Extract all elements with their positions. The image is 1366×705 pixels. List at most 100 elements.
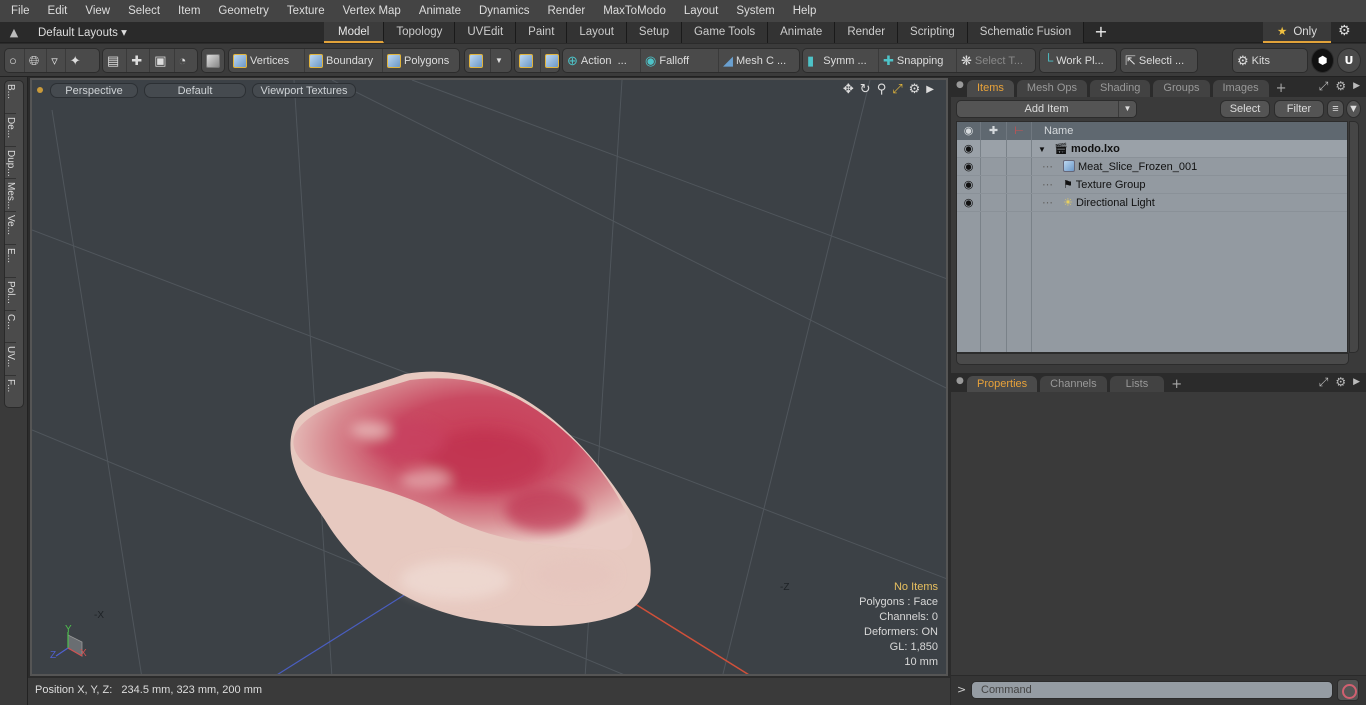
menu-vertex-map[interactable]: Vertex Map (334, 0, 410, 22)
tab-topology[interactable]: Topology (384, 21, 456, 43)
polygons-button[interactable]: Polygons (383, 49, 457, 72)
tree-vertical-scrollbar[interactable] (1349, 121, 1359, 353)
collapse-up-icon[interactable]: ▲ (0, 26, 28, 39)
tab-mesh-ops[interactable]: Mesh Ops (1016, 80, 1088, 97)
action-button[interactable]: ⊕ Action ... (563, 49, 641, 72)
tab-uvedit[interactable]: UVEdit (455, 21, 517, 43)
vtab-uv[interactable]: UV... (5, 343, 16, 377)
zoom-view-icon[interactable]: ⚲ (877, 82, 887, 98)
menu-geometry[interactable]: Geometry (209, 0, 278, 22)
vtab-vertex[interactable]: Ve... (5, 212, 16, 245)
expand-arrow-icon[interactable]: ▼ (1038, 145, 1046, 154)
square-circle-icon[interactable]: ▣ (150, 49, 175, 72)
vtab-curve[interactable]: C... (5, 311, 16, 344)
cross-grid-icon[interactable]: ✚ (127, 49, 151, 72)
name-column-header[interactable]: Name (1032, 122, 1073, 140)
add-panel-tab-icon[interactable]: + (1167, 377, 1186, 393)
selection-sets-button[interactable]: ⇱ Selecti ... (1121, 49, 1188, 72)
eye-icon[interactable]: ◉ (957, 176, 981, 193)
add-panel-tab-icon[interactable]: + (1272, 81, 1291, 97)
vtab-polygon[interactable]: Pol... (5, 278, 16, 311)
tab-animate[interactable]: Animate (768, 21, 836, 43)
panel-gear-icon[interactable]: ⚙ (1335, 79, 1346, 94)
unreal-button[interactable]: U (1337, 48, 1361, 73)
menu-help[interactable]: Help (784, 0, 826, 22)
filter-button[interactable]: Filter (1274, 100, 1324, 118)
tree-row[interactable]: ◉ ⋯ ☀ Directional Light (957, 194, 1347, 212)
tab-shading[interactable]: Shading (1090, 80, 1151, 97)
meat-slice-mesh[interactable] (285, 370, 657, 632)
falloff-button[interactable]: ◉ Falloff (641, 49, 719, 72)
viewport-status-dot[interactable] (37, 87, 43, 93)
vtab-duplicate[interactable]: Dup... (5, 147, 16, 180)
layouts-dropdown[interactable]: Default Layouts ▾ (38, 25, 324, 39)
panel-gear-icon[interactable]: ⚙ (1335, 375, 1346, 390)
menu-dynamics[interactable]: Dynamics (470, 0, 538, 22)
funnel-filter-icon[interactable]: ▼ (1346, 100, 1361, 118)
add-item-dropdown-icon[interactable]: ▼ (1118, 101, 1136, 117)
menu-edit[interactable]: Edit (39, 0, 77, 22)
tab-channels[interactable]: Channels (1040, 376, 1107, 393)
menu-system[interactable]: System (727, 0, 783, 22)
lock-column-icon[interactable]: ✚ (981, 122, 1007, 140)
menu-layout[interactable]: Layout (675, 0, 728, 22)
material-mode-button[interactable] (465, 49, 491, 72)
dial-icon[interactable]: ◔ (175, 49, 194, 72)
tab-items[interactable]: Items (967, 80, 1014, 97)
list-options-icon[interactable]: ≡ (1327, 100, 1344, 118)
menu-file[interactable]: File (0, 0, 39, 22)
unity-button[interactable]: ⬢ (1311, 48, 1334, 73)
panel-more-icon[interactable]: ▶ (1353, 375, 1360, 390)
menu-view[interactable]: View (76, 0, 119, 22)
rotate-view-icon[interactable]: ↻ (860, 82, 871, 98)
add-item-button[interactable]: Add Item ▼ (956, 100, 1137, 118)
axis-column-icon[interactable]: ⊢ (1007, 122, 1032, 140)
center-icon[interactable] (515, 49, 541, 72)
vtab-mesh-edit[interactable]: Mes... (5, 179, 16, 213)
globe-icon[interactable]: 🌐︎ (25, 49, 48, 72)
expand-panel-icon[interactable]: ⤢ (1319, 375, 1329, 390)
snapping-button[interactable]: ✚ Snapping (879, 49, 957, 72)
boundary-button[interactable]: Boundary (305, 49, 383, 72)
tab-lists[interactable]: Lists (1109, 376, 1165, 393)
only-button[interactable]: ★ Only (1263, 22, 1331, 43)
tab-layout[interactable]: Layout (567, 21, 627, 43)
vtab-fusion[interactable]: F... (5, 376, 16, 409)
tree-horizontal-scrollbar[interactable] (956, 353, 1349, 365)
tab-schematic-fusion[interactable]: Schematic Fusion (967, 21, 1085, 43)
symmetry-button[interactable]: ▮ Symm ... (803, 49, 879, 72)
tab-images[interactable]: Images (1212, 80, 1269, 97)
menu-maxtomodo[interactable]: MaxToModo (594, 0, 675, 22)
record-macro-button[interactable] (1337, 679, 1359, 701)
eye-icon[interactable]: ◉ (957, 140, 981, 157)
tab-groups[interactable]: Groups (1153, 80, 1210, 97)
panel-more-icon[interactable]: ▶ (1353, 79, 1360, 94)
vertices-button[interactable]: Vertices (229, 49, 305, 72)
select-button[interactable]: Select (1220, 100, 1270, 118)
select-through-button[interactable]: ❋ Select T... (957, 49, 1035, 72)
menu-animate[interactable]: Animate (410, 0, 470, 22)
gear-icon[interactable]: ⚙ (1338, 23, 1351, 39)
tab-render[interactable]: Render (835, 21, 899, 43)
tree-row[interactable]: ◉ ⋯ Meat_Slice_Frozen_001 (957, 158, 1347, 176)
visibility-column-icon[interactable]: ◉ (957, 122, 981, 140)
menu-item[interactable]: Item (169, 0, 209, 22)
viewport-gear-icon[interactable]: ⚙ (909, 82, 921, 98)
pen-tool-icon[interactable]: ▿ (47, 49, 66, 72)
mesh-constraint-button[interactable]: ◢ Mesh C ... (719, 49, 799, 72)
add-tab-icon[interactable]: + (1084, 22, 1117, 43)
menu-texture[interactable]: Texture (278, 0, 334, 22)
menu-render[interactable]: Render (538, 0, 594, 22)
vtab-deform[interactable]: De... (5, 114, 16, 147)
eye-icon[interactable]: ◉ (957, 158, 981, 175)
vtab-basic[interactable]: B... (5, 81, 16, 114)
tab-properties[interactable]: Properties (967, 376, 1038, 393)
shading-mode-button[interactable]: Default (144, 82, 246, 98)
workplane-button[interactable]: └ Work Pl... (1040, 49, 1108, 72)
move-view-icon[interactable]: ✥ (843, 82, 854, 98)
kits-button[interactable]: ⚙ Kits (1233, 49, 1274, 72)
tab-setup[interactable]: Setup (626, 21, 682, 43)
tab-paint[interactable]: Paint (516, 21, 568, 43)
view-mode-button[interactable]: Perspective (50, 82, 138, 98)
panel-dot-icon[interactable]: ● (951, 80, 967, 97)
